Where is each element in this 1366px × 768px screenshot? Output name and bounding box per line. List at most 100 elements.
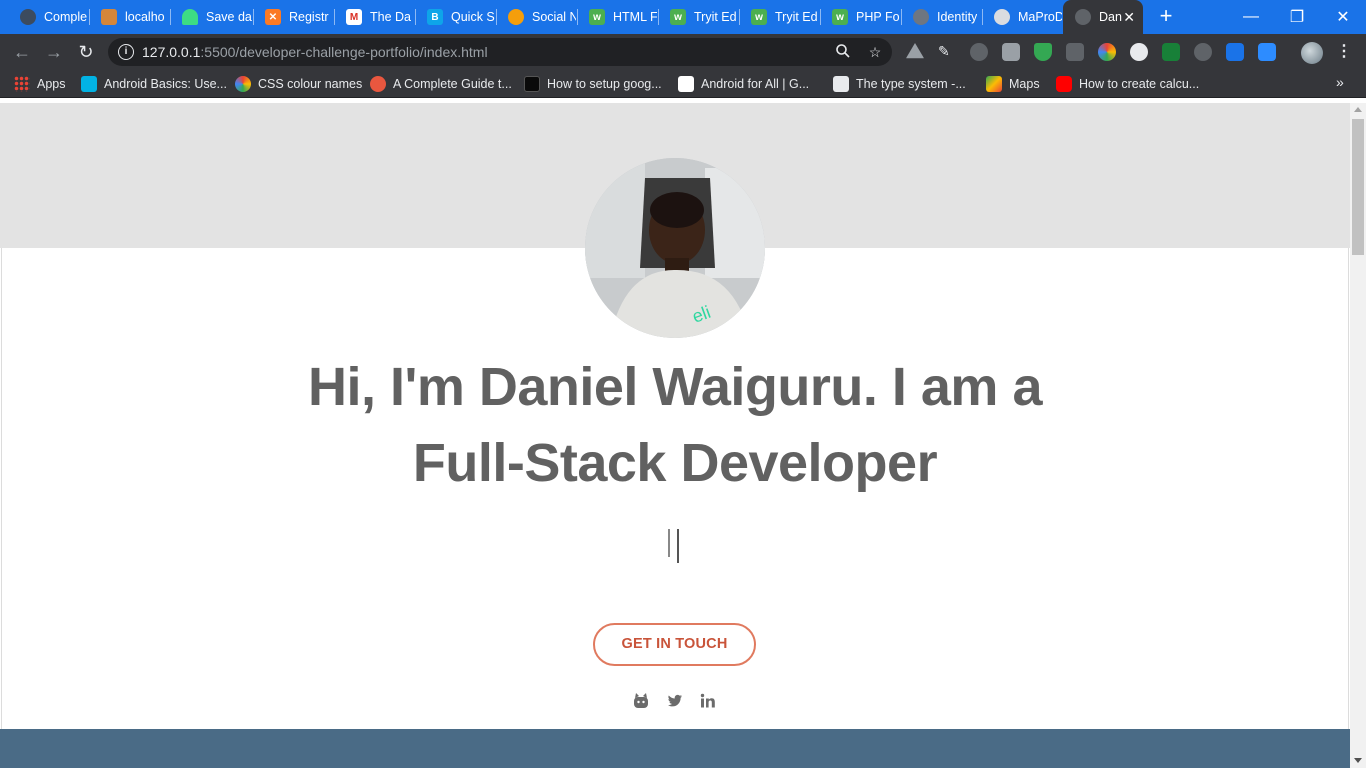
- tab-7[interactable]: w HTML F: [577, 0, 657, 34]
- bookmark-youtube[interactable]: How to create calcu...: [1056, 75, 1199, 93]
- css-tricks-icon: [370, 76, 386, 92]
- drive-extension-icon[interactable]: [906, 43, 924, 59]
- info-icon[interactable]: i: [118, 44, 134, 60]
- colorful-extension-icon[interactable]: [1098, 43, 1116, 61]
- tab-title: HTML F: [613, 10, 657, 24]
- tab-6[interactable]: Social N: [496, 0, 576, 34]
- circle-extension-icon[interactable]: [1130, 43, 1148, 61]
- xampp-icon: ✕: [265, 9, 281, 25]
- page-icon: [833, 76, 849, 92]
- tab-title: Social N: [532, 10, 576, 24]
- globe-icon: [1075, 9, 1091, 25]
- profile-avatar-icon[interactable]: [1301, 42, 1323, 64]
- restore-button[interactable]: ❐: [1274, 0, 1320, 34]
- bookmark-css-colour-names[interactable]: CSS colour names: [235, 75, 362, 93]
- bookmark-star-icon[interactable]: ☆: [866, 43, 884, 61]
- close-window-button[interactable]: ✕: [1320, 0, 1366, 34]
- tab-11[interactable]: Identity: [901, 0, 981, 34]
- udacity-icon: [81, 76, 97, 92]
- bookmark-maps[interactable]: Maps: [986, 75, 1040, 93]
- back-button[interactable]: ←: [10, 40, 34, 64]
- tab-title: Save da: [206, 10, 252, 24]
- dropbox-extension-icon[interactable]: [1002, 43, 1020, 61]
- address-bar[interactable]: i 127.0.0.1:5500/developer-challenge-por…: [108, 38, 892, 66]
- tab-8[interactable]: w Tryit Ed: [658, 0, 738, 34]
- maps-icon: [986, 76, 1002, 92]
- tab-title: PHP For: [856, 10, 900, 24]
- pen-extension-icon[interactable]: ✎: [938, 43, 956, 61]
- close-tab-icon[interactable]: ✕: [1123, 9, 1135, 26]
- tab-title: Quick S: [451, 10, 495, 24]
- tab-1[interactable]: localho: [89, 0, 169, 34]
- server-icon: [101, 9, 117, 25]
- zoom-icon[interactable]: [834, 43, 852, 61]
- dev-icon: [524, 76, 540, 92]
- tab-title: localho: [125, 10, 165, 24]
- chrome-menu-icon[interactable]: ⋮: [1336, 42, 1352, 62]
- w3schools-icon: w: [751, 9, 767, 25]
- github-icon: [20, 9, 36, 25]
- tab-10[interactable]: w PHP For: [820, 0, 900, 34]
- bookmark-android-basics[interactable]: Android Basics: Use...: [81, 75, 227, 93]
- tab-4[interactable]: M The Da: [334, 0, 414, 34]
- scroll-up-arrow-icon[interactable]: [1354, 107, 1362, 112]
- linkedin-icon[interactable]: [699, 692, 717, 710]
- tab-title: Identity: [937, 10, 978, 24]
- tab-title: Dan: [1099, 10, 1122, 24]
- android-dev-icon: [678, 76, 694, 92]
- flash-extension-icon[interactable]: [1226, 43, 1244, 61]
- settings-icon: [508, 9, 524, 25]
- get-in-touch-button[interactable]: GET IN TOUCH: [593, 623, 756, 666]
- new-tab-button[interactable]: +: [1154, 4, 1178, 28]
- shield-extension-icon[interactable]: [1034, 43, 1052, 61]
- reload-button[interactable]: ↻: [74, 40, 98, 64]
- forward-button[interactable]: →: [42, 40, 66, 64]
- tab-active[interactable]: Dan ✕: [1063, 0, 1143, 34]
- github-icon: [913, 9, 929, 25]
- bookmarks-bar: Apps Android Basics: Use... CSS colour n…: [0, 70, 1366, 98]
- profile-photo: eli: [585, 158, 765, 338]
- url-text[interactable]: 127.0.0.1:5500/developer-challenge-portf…: [142, 44, 488, 60]
- globe-icon: [994, 9, 1010, 25]
- tab-title: Tryit Ed: [694, 10, 737, 24]
- link-extension-icon[interactable]: [1162, 43, 1180, 61]
- page-scrollbar[interactable]: [1350, 103, 1366, 768]
- bookmark-apps[interactable]: Apps: [14, 75, 66, 93]
- android-icon: [182, 9, 198, 25]
- bookmark-dev[interactable]: How to setup goog...: [524, 75, 662, 93]
- chrome-colors-icon: [235, 76, 251, 92]
- apps-grid-icon: [14, 76, 30, 92]
- bookmark-type-system[interactable]: The type system -...: [833, 75, 966, 93]
- pdf-extension-icon[interactable]: [1066, 43, 1084, 61]
- recycle-extension-icon[interactable]: [1194, 43, 1212, 61]
- browser-toolbar: ← → ↻ i 127.0.0.1:5500/developer-challen…: [0, 34, 1366, 70]
- tab-strip: Comple localho Save da ✕ Registr M The D…: [0, 0, 1366, 34]
- twitter-icon[interactable]: [666, 692, 684, 710]
- gmail-icon: M: [346, 9, 362, 25]
- tab-title: Tryit Ed: [775, 10, 818, 24]
- tab-9[interactable]: w Tryit Ed: [739, 0, 819, 34]
- w3schools-icon: w: [670, 9, 686, 25]
- tab-3[interactable]: ✕ Registr: [253, 0, 333, 34]
- bookmarks-overflow-icon[interactable]: »: [1336, 74, 1344, 90]
- scroll-down-arrow-icon[interactable]: [1354, 758, 1362, 763]
- tab-2[interactable]: Save da: [170, 0, 252, 34]
- tab-title: Comple: [44, 10, 88, 24]
- next-section-band: [0, 729, 1350, 768]
- scrollbar-thumb[interactable]: [1352, 119, 1364, 255]
- hero-headline: Hi, I'm Daniel Waiguru. I am a Full-Stac…: [308, 357, 1043, 493]
- bookmark-android-for-all[interactable]: Android for All | G...: [678, 75, 809, 93]
- zoom-extension-icon[interactable]: [1258, 43, 1276, 61]
- minimize-button[interactable]: —: [1228, 0, 1274, 34]
- owl-extension-icon[interactable]: [970, 43, 988, 61]
- bookmark-css-tricks[interactable]: A Complete Guide t...: [370, 75, 512, 93]
- tab-5[interactable]: B Quick S: [415, 0, 495, 34]
- page-viewport: eli Hi, I'm Daniel Waiguru. I am a Full-…: [0, 103, 1350, 768]
- tab-12[interactable]: MaProD: [982, 0, 1062, 34]
- typing-cursor: [665, 527, 685, 563]
- bootstrap-icon: B: [427, 9, 443, 25]
- tab-title: MaProD: [1018, 10, 1062, 24]
- github-icon[interactable]: [632, 692, 650, 710]
- tab-0[interactable]: Comple: [8, 0, 88, 34]
- w3schools-icon: w: [589, 9, 605, 25]
